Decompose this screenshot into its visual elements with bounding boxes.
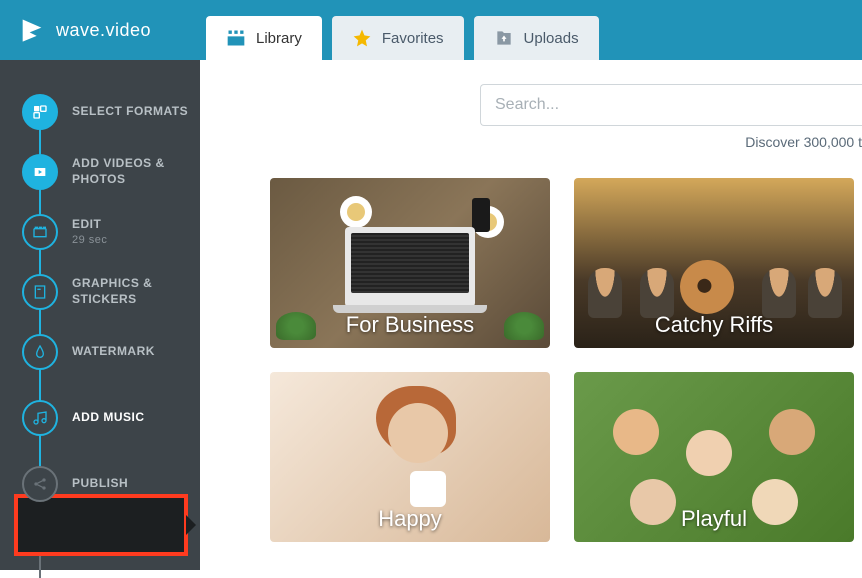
step-add-music[interactable]: ADD MUSIC (0, 388, 200, 448)
library-icon (226, 28, 246, 48)
step-add-videos[interactable]: ADD VIDEOS & PHOTOS (0, 142, 200, 202)
card-label: Catchy Riffs (655, 312, 773, 338)
videos-icon (22, 154, 58, 190)
search-input[interactable] (480, 84, 862, 126)
step-label: SELECT FORMATS (72, 104, 188, 120)
graphics-icon (22, 274, 58, 310)
workflow-sidebar: SELECT FORMATS ADD VIDEOS & PHOTOS EDIT2… (0, 60, 200, 570)
step-label: EDIT29 sec (72, 217, 107, 247)
tab-label: Favorites (382, 30, 444, 47)
step-label: GRAPHICS & STICKERS (72, 276, 200, 307)
active-step-highlight (14, 494, 188, 556)
card-happy[interactable]: Happy (270, 372, 550, 542)
card-for-business[interactable]: For Business (270, 178, 550, 348)
play-icon (18, 16, 46, 44)
card-playful[interactable]: Playful (574, 372, 854, 542)
content-area: Discover 300,000 t For Business (200, 60, 862, 570)
tab-favorites[interactable]: Favorites (332, 16, 464, 60)
step-watermark[interactable]: WATERMARK (0, 322, 200, 382)
step-label: WATERMARK (72, 344, 155, 360)
tab-label: Library (256, 30, 302, 47)
watermark-icon (22, 334, 58, 370)
brand-name: wave.video (56, 20, 151, 41)
publish-icon (22, 466, 58, 502)
card-catchy-riffs[interactable]: Catchy Riffs (574, 178, 854, 348)
step-select-formats[interactable]: SELECT FORMATS (0, 82, 200, 142)
top-tabs: Library Favorites Uploads (200, 0, 599, 60)
card-label: Happy (378, 506, 442, 532)
upload-icon (494, 28, 514, 48)
step-graphics[interactable]: GRAPHICS & STICKERS (0, 262, 200, 322)
tab-library[interactable]: Library (206, 16, 322, 60)
card-label: For Business (346, 312, 474, 338)
card-label: Playful (681, 506, 747, 532)
step-label: ADD MUSIC (72, 410, 145, 426)
tab-label: Uploads (524, 30, 579, 47)
edit-icon (22, 214, 58, 250)
tab-uploads[interactable]: Uploads (474, 16, 599, 60)
discover-text: Discover 300,000 t (200, 134, 862, 150)
brand-logo[interactable]: wave.video (0, 16, 200, 44)
formats-icon (22, 94, 58, 130)
step-label: PUBLISH (72, 476, 128, 492)
category-grid: For Business Catchy Riffs Happ (200, 150, 862, 542)
music-icon (22, 400, 58, 436)
star-icon (352, 28, 372, 48)
app-header: wave.video Library Favorites Uploads (0, 0, 862, 60)
step-label: ADD VIDEOS & PHOTOS (72, 156, 200, 187)
step-edit[interactable]: EDIT29 sec (0, 202, 200, 262)
